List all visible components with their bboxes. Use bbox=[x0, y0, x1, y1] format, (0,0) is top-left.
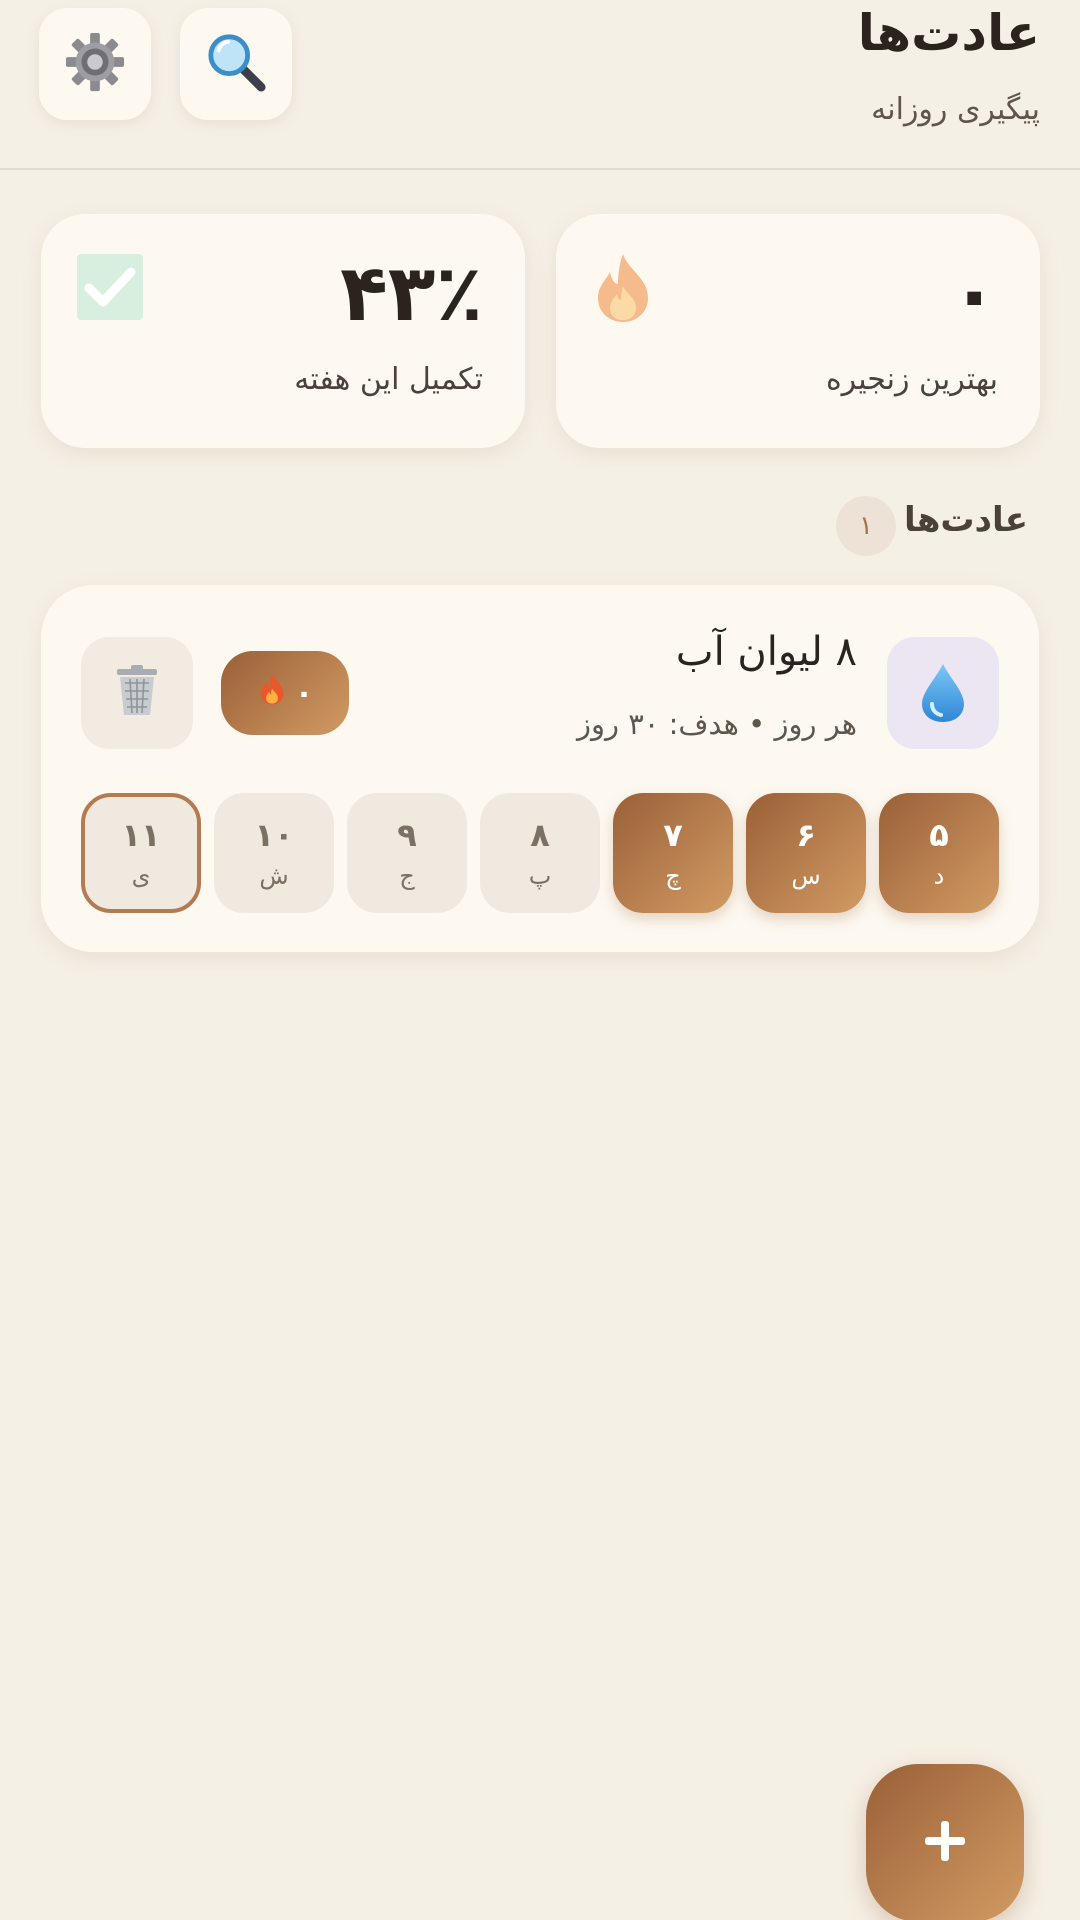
day-toggle[interactable]: ۹ ج bbox=[347, 793, 467, 913]
page-title: عادت‌ها bbox=[857, 4, 1040, 62]
settings-button[interactable] bbox=[39, 8, 151, 120]
day-abbr: د bbox=[933, 862, 945, 891]
habit-days-row: ۵ د ۶ س ۷ چ ۸ پ ۹ ج ۱۰ ش ۱۱ ی bbox=[81, 793, 999, 913]
flame-icon bbox=[257, 672, 287, 714]
day-abbr: پ bbox=[528, 862, 552, 891]
water-drop-icon bbox=[887, 637, 999, 749]
day-toggle[interactable]: ۵ د bbox=[879, 793, 999, 913]
habits-section-title: عادت‌ها bbox=[904, 500, 1028, 540]
day-toggle-today[interactable]: ۱۱ ی bbox=[81, 793, 201, 913]
best-streak-label: بهترین زنجیره bbox=[825, 362, 998, 397]
habit-card[interactable]: ۸ لیوان آب هر روز • هدف: ۳۰ روز ۰ ۵ د ۶ … bbox=[41, 585, 1039, 952]
day-toggle[interactable]: ۱۰ ش bbox=[214, 793, 334, 913]
day-number: ۷ bbox=[663, 815, 683, 854]
app-header: عادت‌ها پیگیری روزانه bbox=[0, 0, 1080, 170]
habits-count-badge: ۱ bbox=[836, 496, 896, 556]
gear-icon bbox=[64, 31, 126, 97]
flame-icon bbox=[590, 252, 656, 328]
search-button[interactable] bbox=[180, 8, 292, 120]
add-habit-button[interactable] bbox=[866, 1764, 1024, 1920]
day-number: ۹ bbox=[397, 815, 417, 854]
day-abbr: ج bbox=[399, 862, 415, 891]
day-number: ۱۰ bbox=[254, 815, 294, 854]
habit-name: ۸ لیوان آب bbox=[675, 629, 857, 675]
day-abbr: ش bbox=[259, 862, 289, 891]
check-box-icon bbox=[75, 252, 145, 326]
best-streak-card: ۰ بهترین زنجیره bbox=[556, 214, 1040, 448]
day-abbr: چ bbox=[665, 862, 681, 891]
delete-habit-button[interactable] bbox=[81, 637, 193, 749]
best-streak-value: ۰ bbox=[950, 249, 998, 339]
day-abbr: س bbox=[791, 862, 821, 891]
weekly-completion-value: ۴۳٪ bbox=[340, 249, 483, 339]
search-icon bbox=[205, 31, 267, 97]
plus-icon bbox=[923, 1819, 967, 1867]
weekly-completion-label: تکمیل این هفته bbox=[294, 362, 483, 397]
day-number: ۵ bbox=[929, 815, 949, 854]
habit-meta: هر روز • هدف: ۳۰ روز bbox=[576, 707, 857, 741]
habit-streak-badge: ۰ bbox=[221, 651, 349, 735]
day-toggle[interactable]: ۷ چ bbox=[613, 793, 733, 913]
trash-icon bbox=[115, 665, 159, 721]
day-number: ۶ bbox=[796, 815, 816, 854]
weekly-completion-card: ۴۳٪ تکمیل این هفته bbox=[41, 214, 525, 448]
day-toggle[interactable]: ۸ پ bbox=[480, 793, 600, 913]
day-number: ۸ bbox=[530, 815, 550, 854]
day-number: ۱۱ bbox=[121, 815, 161, 854]
day-abbr: ی bbox=[131, 862, 151, 891]
habits-screen: عادت‌ها پیگیری روزانه bbox=[0, 0, 1080, 1920]
habit-streak-count: ۰ bbox=[294, 675, 314, 711]
page-subtitle: پیگیری روزانه bbox=[871, 92, 1040, 127]
day-toggle[interactable]: ۶ س bbox=[746, 793, 866, 913]
